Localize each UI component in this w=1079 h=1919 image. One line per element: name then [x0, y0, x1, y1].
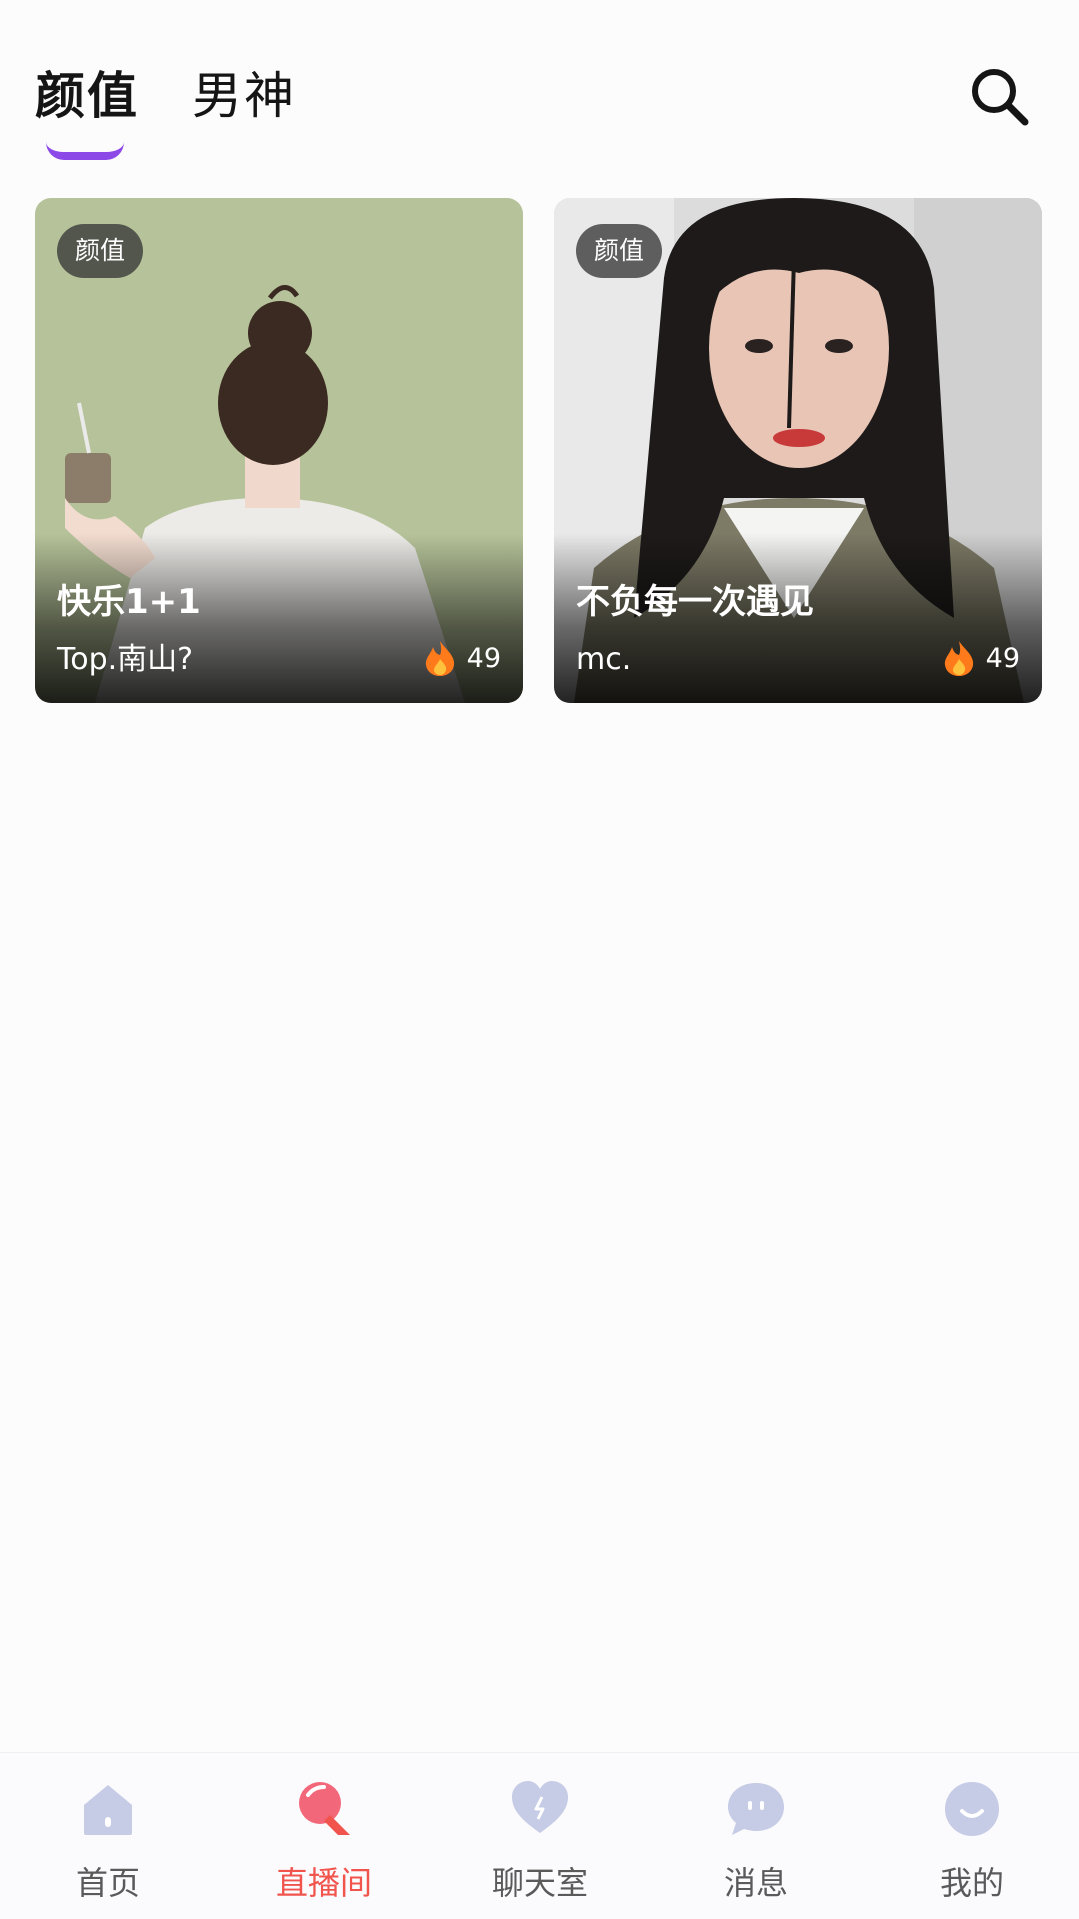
heat-value: 49	[985, 642, 1020, 674]
category-badge: 颜值	[57, 224, 144, 278]
nav-label: 首页	[75, 1864, 140, 1902]
room-title: 不负每一次遇见	[576, 582, 814, 622]
home-icon	[84, 1785, 132, 1835]
profile-smile-icon	[945, 1782, 999, 1836]
heat-count: 49	[423, 638, 501, 678]
search-button[interactable]	[967, 64, 1033, 130]
nav-item-live[interactable]: 直播间	[216, 1753, 432, 1919]
search-icon	[972, 69, 1029, 126]
nav-item-home[interactable]: 首页	[0, 1753, 216, 1919]
chatroom-heart-icon	[512, 1781, 568, 1833]
room-title: 快乐1+1	[57, 582, 201, 622]
nav-label: 聊天室	[491, 1864, 588, 1902]
nav-item-profile[interactable]: 我的	[864, 1753, 1079, 1919]
tab-nanshen[interactable]: 男神	[192, 58, 296, 134]
live-room-page: 颜值 男神 颜值 快乐1+1 Top.南山? 49 颜值 不负每一次遇见 mc.…	[0, 0, 1079, 1919]
nav-label: 我的	[939, 1864, 1004, 1902]
tab-yanzhi[interactable]: 颜值	[35, 58, 139, 134]
host-name: Top.南山?	[57, 642, 194, 677]
flame-icon	[425, 641, 454, 676]
live-room-card[interactable]: 颜值 快乐1+1 Top.南山? 49	[35, 198, 523, 703]
tab-active-indicator	[46, 142, 124, 160]
heat-count: 49	[942, 638, 1020, 678]
host-name: mc.	[576, 642, 632, 677]
message-bubble-icon	[728, 1783, 784, 1835]
nav-item-messages[interactable]: 消息	[648, 1753, 864, 1919]
top-tab-bar: 颜值 男神	[0, 0, 1079, 170]
live-room-card[interactable]: 颜值 不负每一次遇见 mc. 49	[554, 198, 1042, 703]
bottom-navigation: 首页 直播间 聊天室 消息 我的	[0, 1752, 1079, 1919]
nav-label: 直播间	[275, 1864, 372, 1902]
category-badge: 颜值	[576, 224, 663, 278]
live-mic-icon	[299, 1782, 350, 1835]
nav-item-chatroom[interactable]: 聊天室	[432, 1753, 648, 1919]
flame-icon	[944, 641, 973, 676]
heat-value: 49	[466, 642, 501, 674]
nav-label: 消息	[723, 1864, 788, 1902]
